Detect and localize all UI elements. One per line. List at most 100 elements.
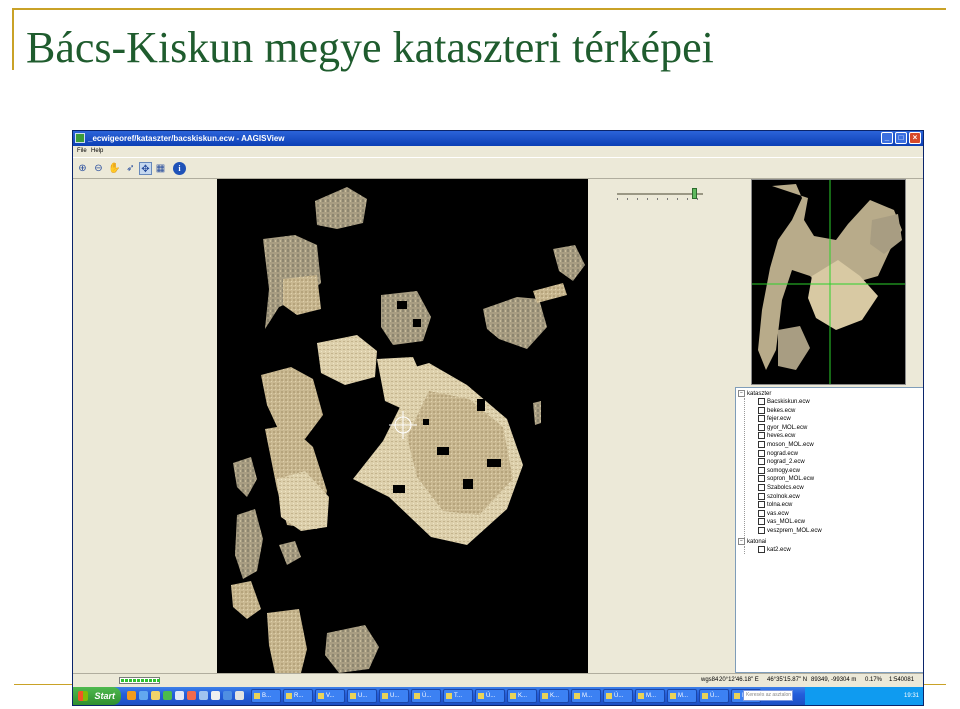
minimize-button[interactable]: _ xyxy=(881,132,893,144)
taskbar-button[interactable]: M... xyxy=(667,689,697,703)
layer-checkbox[interactable] xyxy=(758,509,765,517)
layer-label: vas.ecw xyxy=(767,510,789,517)
aagisview-window: _ecwigeoref/kataszter/bacskiskun.ecw - A… xyxy=(72,130,924,706)
quicklaunch-icon[interactable] xyxy=(187,691,196,700)
taskbar-button[interactable]: V... xyxy=(315,689,345,703)
layer-label: kat2.ecw xyxy=(767,547,791,554)
layer-checkbox[interactable] xyxy=(758,475,765,483)
taskbar-button[interactable]: R... xyxy=(283,689,313,703)
quicklaunch-icon[interactable] xyxy=(151,691,160,700)
taskbar-button[interactable]: T... xyxy=(443,689,473,703)
quicklaunch-icon[interactable] xyxy=(127,691,136,700)
tree-item-layer[interactable]: sopron_MOL.ecw xyxy=(758,475,814,484)
close-button[interactable]: × xyxy=(909,132,921,144)
tree-item-layer[interactable]: vas_MOL.ecw xyxy=(758,518,805,527)
zoom-extent-icon[interactable]: ✥ xyxy=(139,162,152,175)
tree-item-layer[interactable]: Szabolcs.ecw xyxy=(758,484,804,493)
info-icon[interactable]: i xyxy=(173,162,186,175)
status-latitude: 46°35'15.87" N xyxy=(767,677,808,683)
layer-checkbox[interactable] xyxy=(758,501,765,509)
taskbar-button[interactable]: B... xyxy=(251,689,281,703)
clock: 19:31 xyxy=(903,693,919,699)
menu-help[interactable]: Help xyxy=(91,148,103,154)
overview-map[interactable] xyxy=(751,179,906,385)
select-arrow-icon[interactable]: ➶ xyxy=(124,162,137,175)
toolbar: ⊕ ⊖ ✋ ➶ ✥ ▦ i xyxy=(73,157,923,200)
taskbar-button[interactable]: Ú... xyxy=(699,689,729,703)
layer-label: moson_MOL.ecw xyxy=(767,442,814,449)
main-map-view[interactable] xyxy=(217,179,588,673)
layer-checkbox[interactable] xyxy=(758,458,765,466)
taskbar-button[interactable]: M... xyxy=(635,689,665,703)
layer-label: gyor_MOL.ecw xyxy=(767,424,808,431)
window-title: _ecwigeoref/kataszter/bacskiskun.ecw - A… xyxy=(88,134,285,143)
tree-item-layer[interactable]: kat2.ecw xyxy=(758,546,791,555)
tree-group-label: katonai xyxy=(747,539,767,546)
quicklaunch-icon[interactable] xyxy=(139,691,148,700)
tree-item-layer[interactable]: Bacskiskun.ecw xyxy=(758,398,810,407)
collapse-icon[interactable]: − xyxy=(738,538,745,545)
quicklaunch-icon[interactable] xyxy=(223,691,232,700)
desktop-search-input[interactable]: Keresés az asztalon xyxy=(743,690,793,701)
layer-checkbox[interactable] xyxy=(758,527,765,534)
tree-item-layer[interactable]: tolna.ecw xyxy=(758,501,792,510)
menu-file[interactable]: File xyxy=(77,148,87,154)
layer-checkbox[interactable] xyxy=(758,441,765,448)
tree-item-layer[interactable]: szolnok.ecw xyxy=(758,492,800,502)
taskbar-button[interactable]: Ú... xyxy=(603,689,633,703)
layer-tree: − kataszter Bacskiskun.ecw bekes.ecw feje… xyxy=(735,387,923,673)
quicklaunch-icon[interactable] xyxy=(175,691,184,700)
layer-label: veszprem_MOL.ecw xyxy=(767,528,822,535)
tree-item-layer[interactable]: gyor_MOL.ecw xyxy=(758,423,808,433)
tree-item-layer[interactable]: bekes.ecw xyxy=(758,406,795,416)
layer-checkbox[interactable] xyxy=(758,406,765,414)
taskbar-button[interactable]: U... xyxy=(379,689,409,703)
layer-checkbox[interactable] xyxy=(758,415,765,423)
layer-checkbox[interactable] xyxy=(758,398,765,405)
layer-checkbox[interactable] xyxy=(758,466,765,474)
layer-label: fejer.ecw xyxy=(767,416,791,423)
quicklaunch-icon[interactable] xyxy=(199,691,208,700)
quicklaunch-icon[interactable] xyxy=(163,691,172,700)
zoom-in-icon[interactable]: ⊕ xyxy=(76,162,89,175)
zoom-out-icon[interactable]: ⊖ xyxy=(92,162,105,175)
taskbar-button[interactable]: K... xyxy=(539,689,569,703)
taskbar-button[interactable]: Ú... xyxy=(475,689,505,703)
layer-label: tolna.ecw xyxy=(767,502,793,509)
quicklaunch-icon[interactable] xyxy=(211,691,220,700)
quicklaunch-icon[interactable] xyxy=(235,691,244,700)
layer-checkbox[interactable] xyxy=(758,432,765,440)
tree-item-layer[interactable]: nograd_2.ecw xyxy=(758,458,805,467)
layer-checkbox[interactable] xyxy=(758,484,765,491)
layer-label: vas_MOL.ecw xyxy=(767,519,806,526)
layer-label: heves.ecw xyxy=(767,433,796,440)
zoom-slider-thumb[interactable] xyxy=(691,188,697,199)
collapse-icon[interactable]: − xyxy=(738,390,745,397)
tree-item-layer[interactable]: moson_MOL.ecw xyxy=(758,441,814,450)
tree-item-layer[interactable]: somogy.ecw xyxy=(758,466,800,476)
taskbar-button[interactable]: M... xyxy=(571,689,601,703)
tree-item-layer[interactable]: veszprem_MOL.ecw xyxy=(758,527,822,536)
title-accent-line-vertical xyxy=(12,8,14,70)
status-scale: 1:540081 xyxy=(889,677,915,683)
pan-hand-icon[interactable]: ✋ xyxy=(108,162,121,175)
taskbar-button[interactable]: K... xyxy=(507,689,537,703)
taskbar-button[interactable]: U... xyxy=(347,689,377,703)
layer-checkbox[interactable] xyxy=(758,492,765,500)
tree-item-layer[interactable]: nograd.ecw xyxy=(758,449,798,459)
window-titlebar[interactable]: _ecwigeoref/kataszter/bacskiskun.ecw - A… xyxy=(73,131,923,146)
zoom-slider[interactable] xyxy=(617,188,703,200)
taskbar-button[interactable]: Ú... xyxy=(411,689,441,703)
layer-checkbox[interactable] xyxy=(758,546,765,553)
layers-icon[interactable]: ▦ xyxy=(154,162,167,175)
layer-label: nograd_2.ecw xyxy=(767,459,805,466)
layer-checkbox[interactable] xyxy=(758,449,765,457)
tree-group-label: kataszter xyxy=(747,391,772,398)
tree-item-layer[interactable]: heves.ecw xyxy=(758,432,795,441)
tree-item-layer[interactable]: vas.ecw xyxy=(758,509,789,519)
layer-checkbox[interactable] xyxy=(758,518,765,526)
start-button[interactable]: Start xyxy=(73,687,121,705)
maximize-button[interactable]: □ xyxy=(895,132,907,144)
tree-item-layer[interactable]: fejer.ecw xyxy=(758,415,791,424)
layer-checkbox[interactable] xyxy=(758,423,765,431)
